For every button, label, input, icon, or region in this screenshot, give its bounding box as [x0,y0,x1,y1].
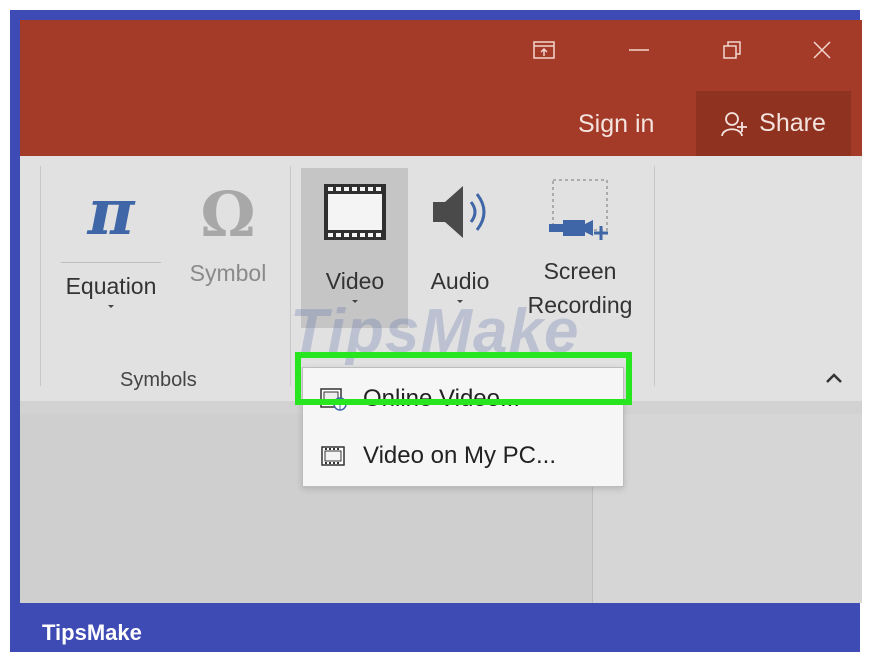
audio-label: Audio [430,268,490,294]
omega-icon: Ω [200,178,255,248]
group-divider [654,166,655,386]
share-person-icon [721,111,748,136]
brand-logo-text: TipsMake [42,620,142,645]
close-icon[interactable] [800,32,844,68]
film-icon [303,445,363,467]
audio-button[interactable]: Audio [415,180,505,306]
share-button[interactable]: Share [696,91,851,156]
symbol-button[interactable]: Ω Symbol [178,178,278,290]
svg-text:π: π [87,178,136,248]
video-on-my-pc-label: Video on My PC... [363,442,556,469]
restore-icon[interactable] [710,32,754,68]
screen-recording-icon [549,179,608,240]
online-video-icon [303,387,363,411]
collapse-ribbon-icon[interactable] [817,363,851,393]
video-on-my-pc-menu-item[interactable]: Video on My PC... [303,430,623,482]
video-label: Video [325,268,385,294]
dropdown-arrow-icon [108,305,114,308]
powerpoint-window: Sign in Share π Equation Ω Symbol Video … [20,20,862,603]
group-divider [40,166,41,386]
ribbon-display-options-icon[interactable] [522,32,566,68]
share-label: Share [759,109,826,137]
video-button[interactable]: Video [310,180,400,306]
video-dropdown-menu: Online Video... Video on My PC... [302,367,624,487]
speaker-icon [433,186,486,238]
watermark-text: TipsMake [290,297,580,366]
equation-button[interactable]: π Equation [56,178,166,311]
minimize-icon[interactable] [617,32,661,68]
title-bar: Sign in Share [20,20,862,156]
symbols-group-label: Symbols [120,369,197,391]
screen-recording-label-line1: Screen [543,258,617,284]
film-strip-icon [324,184,386,240]
pi-icon: π [87,178,136,248]
equation-label: Equation [65,273,157,299]
online-video-menu-item[interactable]: Online Video... [303,373,623,425]
sign-in-link[interactable]: Sign in [578,110,654,139]
svg-text:Ω: Ω [200,178,255,248]
online-video-label: Online Video... [363,385,520,412]
symbol-label: Symbol [189,260,267,286]
